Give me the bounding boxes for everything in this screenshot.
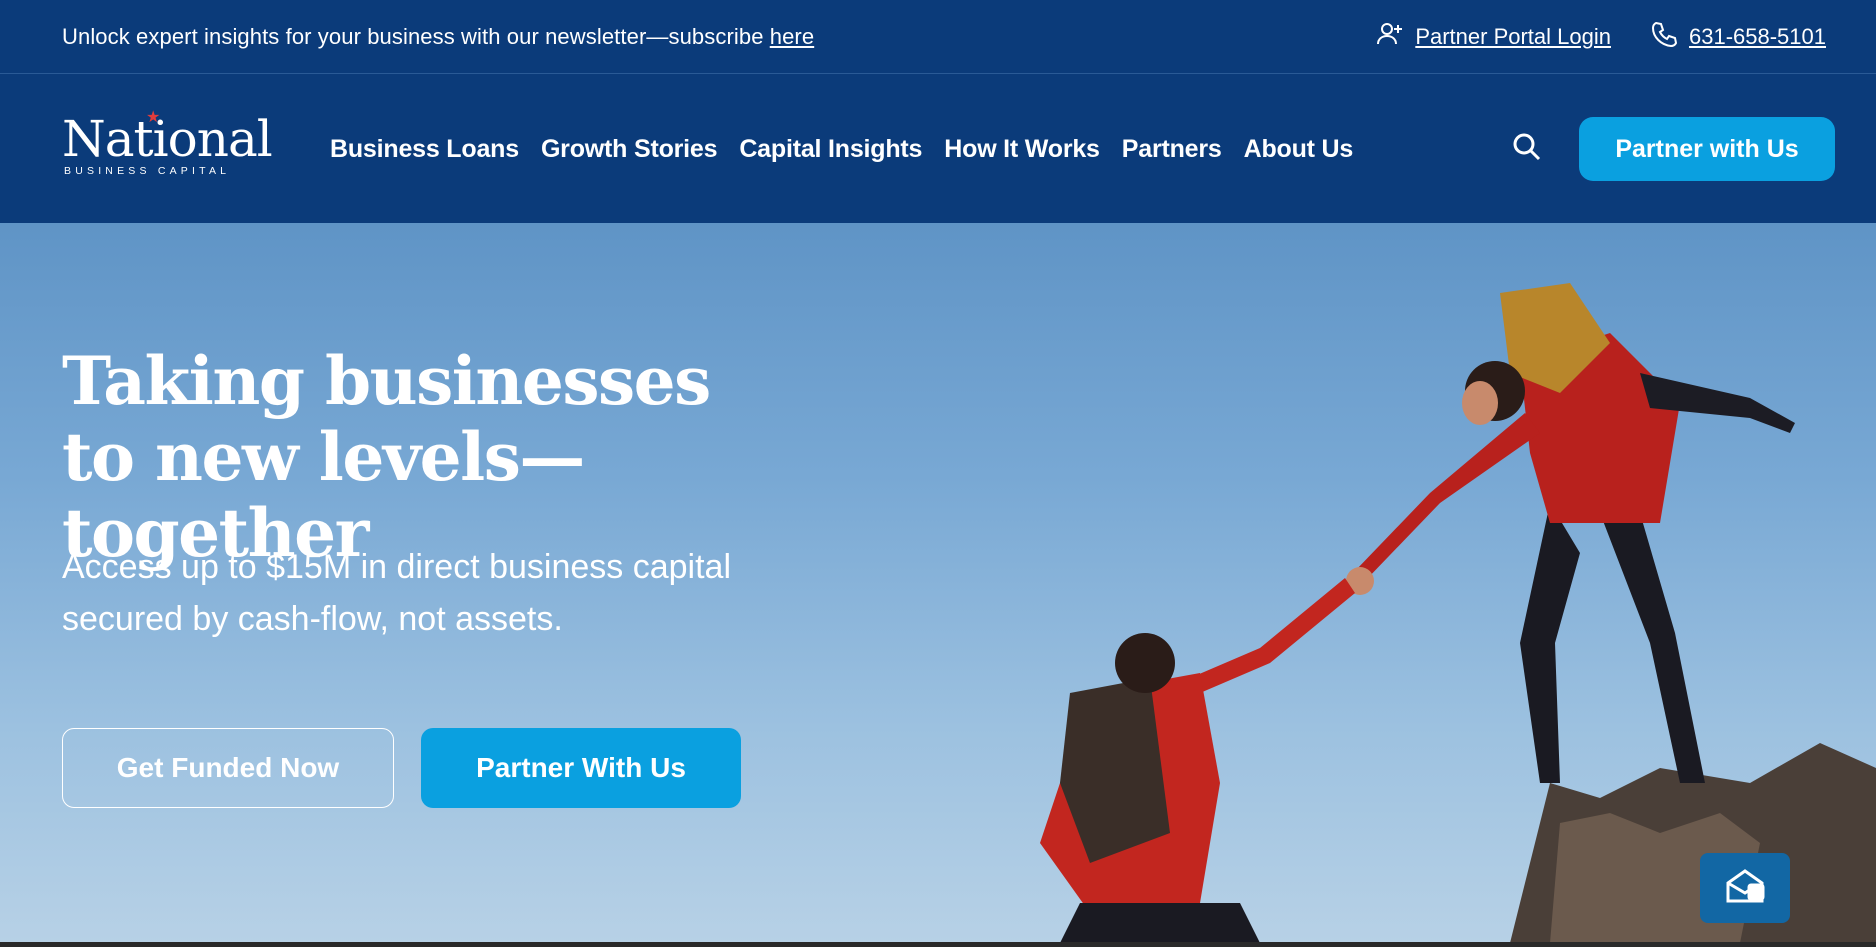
- announcement-bar: Unlock expert insights for your business…: [0, 0, 1876, 74]
- logo-star-icon: ★: [146, 109, 161, 126]
- partner-portal-login-link[interactable]: Partner Portal Login: [1375, 19, 1611, 55]
- logo-wordmark: National: [62, 110, 273, 168]
- nav-item-capital-insights[interactable]: Capital Insights: [739, 135, 922, 164]
- main-navigation: ★ National BUSINESS CAPITAL Business Loa…: [0, 75, 1876, 223]
- user-plus-icon: [1375, 19, 1405, 55]
- partner-with-us-nav-button[interactable]: Partner with Us: [1579, 117, 1835, 181]
- nav-item-how-it-works[interactable]: How It Works: [944, 135, 1100, 164]
- mail-chat-icon: [1722, 863, 1768, 914]
- newsletter-promo: Unlock expert insights for your business…: [62, 24, 814, 50]
- nav-menu: Business Loans Growth Stories Capital In…: [330, 135, 1353, 164]
- phone-icon: [1649, 19, 1679, 55]
- national-business-capital-logo[interactable]: ★ National BUSINESS CAPITAL: [62, 109, 273, 185]
- contact-chat-button[interactable]: [1700, 853, 1790, 923]
- get-funded-now-button[interactable]: Get Funded Now: [62, 728, 394, 808]
- newsletter-subscribe-link[interactable]: here: [770, 24, 814, 49]
- bottom-edge-strip: [0, 942, 1876, 947]
- nav-item-business-loans[interactable]: Business Loans: [330, 135, 519, 164]
- promo-text: Unlock expert insights for your business…: [62, 23, 770, 49]
- partner-with-us-hero-button[interactable]: Partner With Us: [421, 728, 741, 808]
- nav-item-growth-stories[interactable]: Growth Stories: [541, 135, 718, 164]
- phone-number: 631-658-5101: [1688, 23, 1826, 49]
- nav-item-about-us[interactable]: About Us: [1244, 135, 1354, 164]
- hero-subhead: Access up to $15M in direct business cap…: [62, 548, 732, 638]
- search-icon: [1511, 131, 1543, 168]
- topbar-utility-links: Partner Portal Login 631-658-5101: [1375, 19, 1826, 55]
- nav-item-partners[interactable]: Partners: [1122, 135, 1222, 164]
- hero-headline: Taking businesses to new levels—together: [62, 342, 711, 572]
- phone-link[interactable]: 631-658-5101: [1649, 19, 1826, 55]
- hero-section: Taking businesses to new levels—together…: [0, 223, 1876, 943]
- portal-login-label: Partner Portal Login: [1415, 23, 1611, 49]
- search-button[interactable]: [1507, 129, 1547, 169]
- hero-climbers-image: [1040, 283, 1876, 943]
